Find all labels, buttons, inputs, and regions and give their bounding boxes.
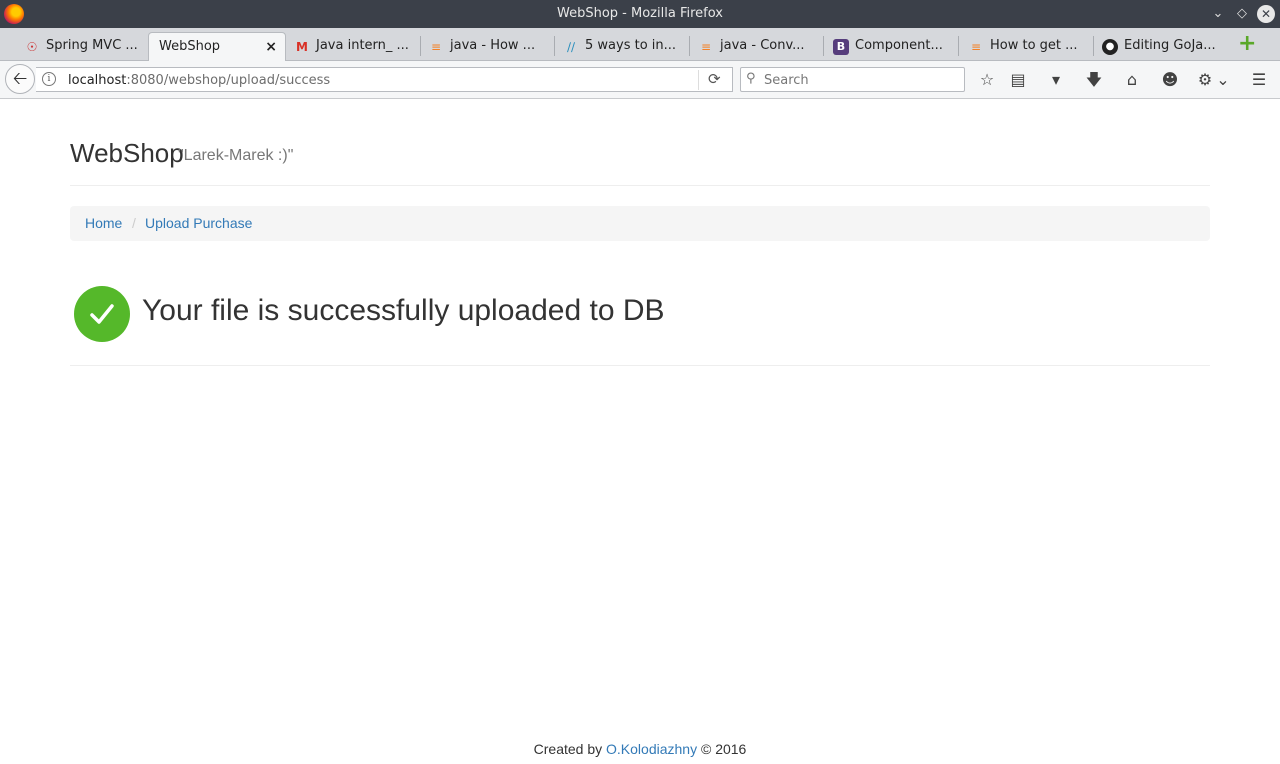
footer-author-link[interactable]: O.Kolodiazhny (606, 741, 697, 757)
page-brand-tagline: "Larek-Marek :)" (178, 147, 294, 164)
tab-spring-mvc[interactable]: ☉ Spring MVC ... (24, 32, 146, 61)
content-divider (70, 365, 1210, 366)
search-icon: ⚲ (746, 71, 756, 86)
check-circle-icon (74, 286, 130, 342)
page-content: WebShop "Larek-Marek :)" Home / Upload P… (0, 100, 1280, 764)
tab-separator (554, 36, 555, 56)
tab-separator (689, 36, 690, 56)
footer-copyright: © 2016 (700, 741, 747, 757)
tab-separator (1093, 36, 1094, 56)
github-icon: ● (1102, 39, 1118, 55)
bookmark-star-icon[interactable]: ☆ (977, 70, 997, 90)
reload-icon[interactable]: ⟳ (708, 70, 721, 88)
close-tab-icon[interactable]: × (265, 39, 277, 55)
close-window-icon[interactable]: ✕ (1257, 5, 1275, 23)
tab-java-conv[interactable]: ≡ java - Conv... (698, 32, 818, 61)
spring-icon: ☉ (26, 40, 38, 54)
stackoverflow-icon: ≡ (970, 40, 982, 54)
url-text[interactable]: localhost:8080/webshop/upload/success (68, 73, 330, 88)
navigation-bar: 🡠 i localhost:8080/webshop/upload/succes… (0, 61, 1280, 99)
tab-5-ways[interactable]: ∕∕ 5 ways to in... (563, 32, 685, 61)
bootstrap-icon: B (833, 39, 849, 55)
gmail-icon: M (296, 40, 308, 54)
stackoverflow-icon: ≡ (430, 40, 442, 54)
hamburger-menu-icon[interactable]: ☰ (1249, 70, 1269, 90)
breadcrumb: Home / Upload Purchase (70, 206, 1210, 241)
breadcrumb-home-link[interactable]: Home (85, 215, 122, 231)
footer-prefix: Created by (533, 741, 603, 757)
tab-java-how[interactable]: ≡ java - How ... (428, 32, 550, 61)
page-footer: Created by O.Kolodiazhny © 2016 (0, 741, 1280, 757)
tab-strip: ☉ Spring MVC ... WebShop × M Java intern… (0, 28, 1280, 61)
back-arrow-icon[interactable]: 🡠 (5, 64, 35, 94)
header-divider (70, 185, 1210, 186)
search-bar[interactable]: ⚲ (740, 67, 965, 92)
breadcrumb-upload-purchase-link[interactable]: Upload Purchase (145, 215, 252, 231)
chevron-down-icon[interactable]: ⌄ (1213, 70, 1233, 90)
search-input[interactable] (764, 71, 959, 89)
tab-webshop[interactable]: WebShop × (148, 32, 286, 61)
window-titlebar: WebShop - Mozilla Firefox ⌄ ◇ ✕ (0, 0, 1280, 28)
stripes-icon: ∕∕ (566, 40, 576, 54)
tab-github-editing[interactable]: ● Editing GoJa... (1102, 32, 1226, 61)
success-message: Your file is successfully uploaded to DB (142, 294, 665, 327)
pocket-icon[interactable]: ▾ (1046, 70, 1066, 90)
tab-bootstrap-components[interactable]: B Component... (833, 32, 953, 61)
minimize-icon[interactable]: ⌄ (1209, 5, 1227, 23)
new-tab-button[interactable]: + (1238, 33, 1256, 55)
site-info-icon[interactable]: i (42, 72, 56, 86)
reading-list-icon[interactable]: ▤ (1008, 70, 1028, 90)
maximize-icon[interactable]: ◇ (1233, 5, 1251, 23)
url-separator (698, 70, 699, 90)
tab-gmail[interactable]: M Java intern_ ... (294, 32, 416, 61)
tab-separator (958, 36, 959, 56)
url-bar[interactable]: i localhost:8080/webshop/upload/success … (36, 67, 733, 92)
window-title: WebShop - Mozilla Firefox (557, 6, 723, 21)
page-brand: WebShop (70, 138, 184, 168)
tab-separator (420, 36, 421, 56)
stackoverflow-icon: ≡ (700, 40, 712, 54)
breadcrumb-separator: / (132, 215, 136, 231)
download-icon[interactable]: 🡇 (1084, 70, 1104, 90)
chat-icon[interactable]: ☻ (1160, 70, 1180, 90)
home-icon[interactable]: ⌂ (1122, 70, 1142, 90)
tab-separator (823, 36, 824, 56)
extension-icon[interactable]: ⚙ (1195, 70, 1215, 90)
tab-how-to-get[interactable]: ≡ How to get ... (968, 32, 1090, 61)
